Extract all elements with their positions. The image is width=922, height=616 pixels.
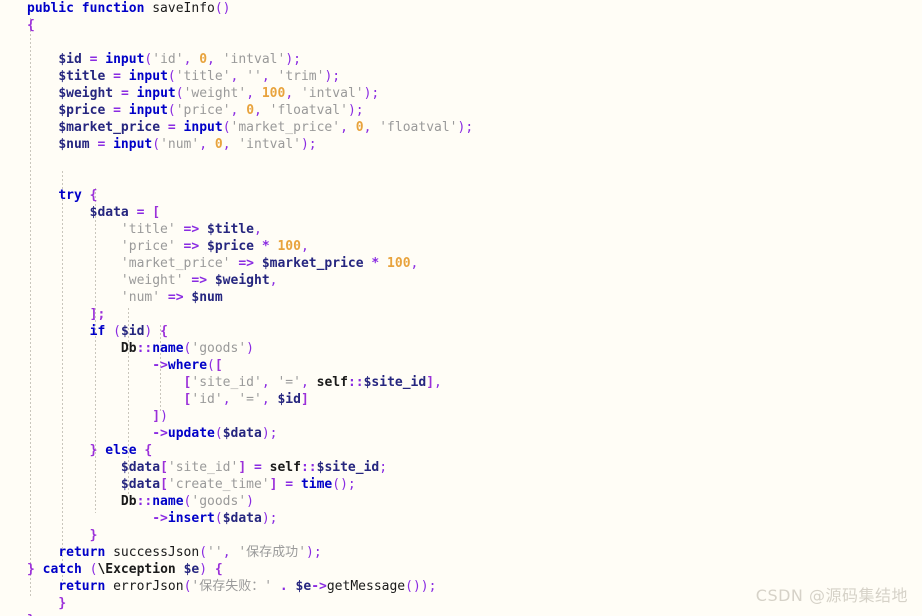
- code-line: 'num' => $num: [120, 290, 223, 305]
- code-line: ];: [89, 307, 106, 322]
- code-line: $data['create_time'] = time();: [120, 477, 356, 492]
- code-line: if ($id) {: [89, 324, 168, 339]
- code-line: } else {: [89, 443, 153, 458]
- code-line: $data = [: [89, 205, 161, 220]
- code-line: ->insert($data);: [152, 511, 278, 526]
- code-line: 'weight' => $weight,: [120, 273, 278, 288]
- code-line: Db::name('goods'): [120, 341, 254, 356]
- code-line: {: [27, 18, 35, 33]
- code-line: $num = input('num', 0, 'intval');: [58, 137, 317, 152]
- code-screenshot: public function saveInfo() { $id = input…: [0, 0, 922, 616]
- code-line: ->where([: [152, 358, 223, 373]
- code-line: try {: [58, 188, 98, 203]
- code-line: ['site_id', '=', self::$site_id],: [183, 375, 442, 390]
- code-line: ['id', '=', $id]: [183, 392, 309, 407]
- code-line: }: [89, 528, 98, 543]
- code-line: }: [0, 612, 922, 616]
- code-line: $title = input('title', '', 'trim');: [58, 69, 341, 84]
- code-line: $price = input('price', 0, 'floatval');: [58, 103, 364, 118]
- code-line: 'market_price' => $market_price * 100,: [120, 256, 419, 271]
- csdn-watermark: CSDN @源码集结地: [755, 586, 908, 605]
- code-line: $weight = input('weight', 100, 'intval')…: [58, 86, 380, 101]
- code-line: 'price' => $price * 100,: [120, 239, 309, 254]
- code-line: } catch (\Exception $e) {: [27, 562, 223, 577]
- code-line: return successJson('', '保存成功');: [58, 545, 322, 560]
- code-editor[interactable]: public function saveInfo() { $id = input…: [0, 0, 922, 616]
- code-line: $id = input('id', 0, 'intval');: [58, 52, 301, 67]
- code-line: $data['site_id'] = self::$site_id;: [120, 460, 388, 475]
- code-line: ->update($data);: [152, 426, 278, 441]
- code-line: Db::name('goods'): [120, 494, 254, 509]
- code-line: ]): [152, 409, 168, 424]
- code-line-list: public function saveInfo() { $id = input…: [0, 0, 922, 616]
- code-line: public function saveInfo(): [27, 1, 231, 16]
- code-line: $market_price = input('market_price', 0,…: [58, 120, 474, 135]
- code-line: 'title' => $title,: [120, 222, 262, 237]
